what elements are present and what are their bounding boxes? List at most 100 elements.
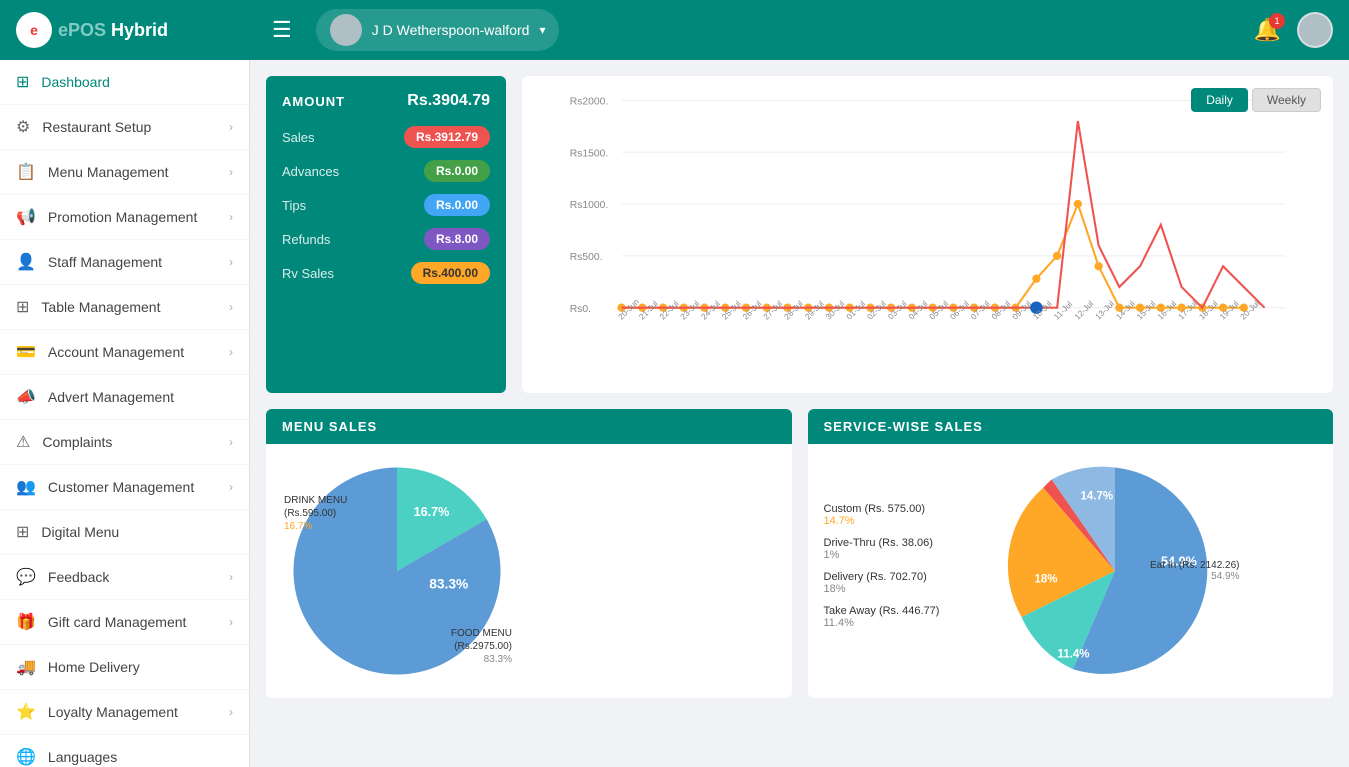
user-avatar[interactable] (1297, 12, 1333, 48)
loyalty-management-icon: ⭐ (16, 702, 36, 722)
amount-row: Refunds Rs.8.00 (282, 228, 490, 250)
sidebar-item-complaints[interactable]: ⚠ Complaints › (0, 420, 249, 465)
amount-row-label: Rv Sales (282, 266, 334, 281)
svg-text:06-Jul: 06-Jul (948, 298, 971, 321)
sidebar-label-digital-menu: Digital Menu (41, 524, 233, 540)
weekly-button[interactable]: Weekly (1252, 88, 1321, 112)
main-content: AMOUNT Rs.3904.79 Sales Rs.3912.79 Advan… (250, 60, 1349, 767)
sidebar-label-advert-management: Advert Management (48, 389, 233, 405)
drink-menu-label: DRINK MENU (Rs.595.00) 16.7% (284, 494, 347, 533)
dashboard-bottom: MENU SALES 83.3% 16 (266, 409, 1333, 698)
sidebar-item-table-management[interactable]: ⊞ Table Management › (0, 285, 249, 330)
svg-text:04-Jul: 04-Jul (906, 298, 929, 321)
chevron-right-icon: › (229, 255, 233, 269)
amount-row: Advances Rs.0.00 (282, 160, 490, 182)
svg-text:13-Jul: 13-Jul (1093, 298, 1116, 321)
svg-text:Rs500.: Rs500. (570, 252, 603, 263)
service-legend: Custom (Rs. 575.00) 14.7% Drive-Thru (Rs… (824, 503, 984, 639)
sidebar-label-home-delivery: Home Delivery (48, 659, 233, 675)
svg-text:01-Jul: 01-Jul (844, 298, 867, 321)
sidebar-label-customer-management: Customer Management (48, 479, 217, 495)
amount-row: Rv Sales Rs.400.00 (282, 262, 490, 284)
account-management-icon: 💳 (16, 342, 36, 362)
svg-text:18-Jul: 18-Jul (1197, 298, 1220, 321)
svg-text:19-Jul: 19-Jul (1217, 298, 1240, 321)
menu-sales-pie: 83.3% 16.7% DRINK MENU (Rs.595.00) 16.7%… (282, 456, 512, 686)
chevron-right-icon: › (229, 210, 233, 224)
svg-text:02-Jul: 02-Jul (865, 298, 888, 321)
service-sales-header: SERVICE-WISE SALES (808, 409, 1334, 444)
sidebar-item-staff-management[interactable]: 👤 Staff Management › (0, 240, 249, 285)
chevron-right-icon: › (229, 570, 233, 584)
gift-card-management-icon: 🎁 (16, 612, 36, 632)
sidebar-label-table-management: Table Management (41, 299, 217, 315)
sidebar-item-gift-card-management[interactable]: 🎁 Gift card Management › (0, 600, 249, 645)
amount-row-label: Sales (282, 130, 315, 145)
svg-text:11.4%: 11.4% (1057, 648, 1089, 660)
sales-chart: Rs2000. Rs1500. Rs1000. Rs500. Rs0. (538, 92, 1317, 372)
sidebar: ⊞ Dashboard ⚙ Restaurant Setup › 📋 Menu … (0, 60, 250, 767)
venue-selector[interactable]: J D Wetherspoon-walford ▾ (316, 9, 560, 51)
legend-takeaway: Take Away (Rs. 446.77) 11.4% (824, 605, 984, 629)
chart-buttons: Daily Weekly (1191, 88, 1321, 112)
svg-text:Rs1500.: Rs1500. (570, 148, 609, 159)
amount-title: AMOUNT (282, 94, 345, 109)
sidebar-item-home-delivery[interactable]: 🚚 Home Delivery (0, 645, 249, 690)
svg-text:27-Jul: 27-Jul (761, 298, 784, 321)
sidebar-item-loyalty-management[interactable]: ⭐ Loyalty Management › (0, 690, 249, 735)
notification-button[interactable]: 🔔 1 (1254, 17, 1281, 43)
sidebar-item-customer-management[interactable]: 👥 Customer Management › (0, 465, 249, 510)
svg-text:29-Jul: 29-Jul (803, 298, 826, 321)
svg-text:11-Jul: 11-Jul (1051, 299, 1074, 322)
venue-name: J D Wetherspoon-walford (372, 22, 530, 38)
legend-delivery: Delivery (Rs. 702.70) 18% (824, 571, 984, 595)
table-management-icon: ⊞ (16, 297, 29, 317)
svg-text:25-Jul: 25-Jul (720, 298, 743, 321)
amount-row-value: Rs.3912.79 (404, 126, 490, 148)
sidebar-label-menu-management: Menu Management (48, 164, 217, 180)
sidebar-item-promotion-management[interactable]: 📢 Promotion Management › (0, 195, 249, 240)
service-pie: 54.9% 11.4% 18% 14.7% Eat In (Rs. 2142.2… (1000, 456, 1230, 686)
svg-text:22-Jul: 22-Jul (657, 298, 680, 321)
sidebar-label-staff-management: Staff Management (48, 254, 217, 270)
sidebar-item-restaurant-setup[interactable]: ⚙ Restaurant Setup › (0, 105, 249, 150)
legend-drivethru: Drive-Thru (Rs. 38.06) 1% (824, 537, 984, 561)
amount-row-value: Rs.400.00 (411, 262, 490, 284)
svg-text:18%: 18% (1034, 574, 1057, 586)
sidebar-item-account-management[interactable]: 💳 Account Management › (0, 330, 249, 375)
svg-text:21-Jul: 21-Jul (637, 298, 660, 321)
chevron-right-icon: › (229, 480, 233, 494)
svg-text:03-Jul: 03-Jul (886, 298, 909, 321)
chevron-right-icon: › (229, 345, 233, 359)
service-sales-body: Custom (Rs. 575.00) 14.7% Drive-Thru (Rs… (808, 444, 1334, 698)
amount-row-label: Advances (282, 164, 339, 179)
svg-text:09-Jul: 09-Jul (1010, 298, 1033, 321)
chevron-right-icon: › (229, 615, 233, 629)
chevron-right-icon: › (229, 435, 233, 449)
sidebar-item-menu-management[interactable]: 📋 Menu Management › (0, 150, 249, 195)
legend-custom: Custom (Rs. 575.00) 14.7% (824, 503, 984, 527)
sidebar-item-digital-menu[interactable]: ⊞ Digital Menu (0, 510, 249, 555)
svg-text:24-Jul: 24-Jul (699, 298, 722, 321)
svg-text:15-Jul: 15-Jul (1134, 298, 1157, 321)
svg-text:08-Jul: 08-Jul (989, 298, 1012, 321)
complaints-icon: ⚠ (16, 432, 30, 452)
svg-text:05-Jul: 05-Jul (927, 298, 950, 321)
venue-avatar (330, 14, 362, 46)
sidebar-item-advert-management[interactable]: 📣 Advert Management (0, 375, 249, 420)
hamburger-icon[interactable]: ☰ (272, 17, 292, 43)
amount-row-value: Rs.0.00 (424, 194, 490, 216)
sidebar-item-dashboard[interactable]: ⊞ Dashboard (0, 60, 249, 105)
restaurant-setup-icon: ⚙ (16, 117, 30, 137)
svg-text:Rs0.: Rs0. (570, 304, 591, 315)
daily-button[interactable]: Daily (1191, 88, 1248, 112)
digital-menu-icon: ⊞ (16, 522, 29, 542)
topbar: e ePOS Hybrid ☰ J D Wetherspoon-walford … (0, 0, 1349, 60)
home-delivery-icon: 🚚 (16, 657, 36, 677)
svg-text:30-Jul: 30-Jul (823, 298, 846, 321)
venue-chevron-icon: ▾ (539, 23, 545, 37)
chart-card: Daily Weekly Rs2000. Rs1500. Rs1000. Rs5… (522, 76, 1333, 393)
sidebar-item-languages[interactable]: 🌐 Languages (0, 735, 249, 767)
sidebar-item-feedback[interactable]: 💬 Feedback › (0, 555, 249, 600)
menu-sales-body: 83.3% 16.7% DRINK MENU (Rs.595.00) 16.7%… (266, 444, 792, 698)
